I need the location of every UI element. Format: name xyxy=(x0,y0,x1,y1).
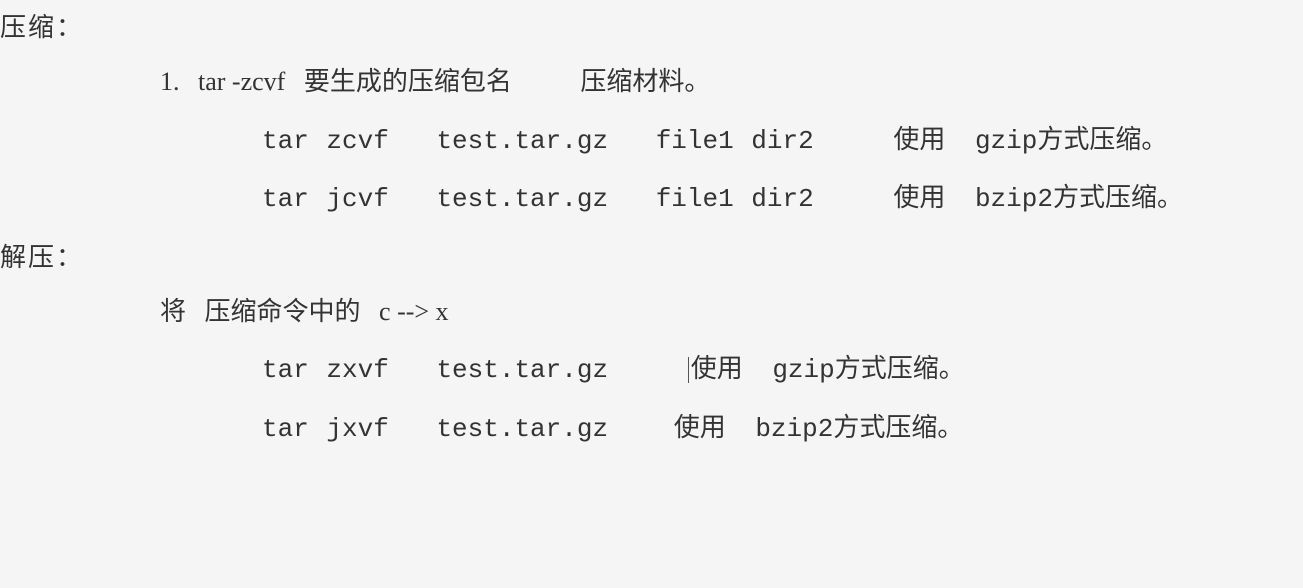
command-text: tar jxvf xyxy=(262,414,389,444)
note-prefix: 使用 xyxy=(893,126,945,156)
decompress-section-title: 解压： xyxy=(0,240,1303,276)
args-text: file1 dir2 xyxy=(656,126,814,156)
command-text: tar jcvf xyxy=(262,184,389,214)
args-text: file1 dir2 xyxy=(656,184,814,214)
decompress-sub-line: 将 压缩命令中的 c --> x xyxy=(160,294,1303,330)
compress-item-1: 1. tar -zcvf 要生成的压缩包名 压缩材料。 xyxy=(160,64,1303,100)
arg-desc-1: 要生成的压缩包名 xyxy=(304,67,512,96)
filename-text: test.tar.gz xyxy=(436,355,608,385)
command-text: tar zxvf xyxy=(262,355,389,385)
filename-text: test.tar.gz xyxy=(436,414,608,444)
filename-text: test.tar.gz xyxy=(436,126,608,156)
note-text: bzip2方式压缩。 xyxy=(975,184,1183,214)
command-text: tar zcvf xyxy=(262,126,389,156)
filename-text: test.tar.gz xyxy=(436,184,608,214)
sub-prefix: 将 xyxy=(160,297,186,326)
text-cursor-icon xyxy=(688,357,689,383)
arrow-text: c --> x xyxy=(379,297,449,326)
arg-desc-2: 压缩材料。 xyxy=(580,67,710,96)
compress-section-title: 压缩： xyxy=(0,10,1303,46)
sub-text: 压缩命令中的 xyxy=(205,297,361,326)
list-number: 1. xyxy=(160,67,180,96)
decompress-example-1: tar zxvf test.tar.gz 使用 gzip方式压缩。 xyxy=(262,352,1303,388)
note-text: bzip2方式压缩。 xyxy=(755,414,963,444)
decompress-example-2: tar jxvf test.tar.gz 使用 bzip2方式压缩。 xyxy=(262,411,1303,447)
note-text: gzip方式压缩。 xyxy=(772,355,964,385)
note-prefix: 使用 xyxy=(893,184,945,214)
note-prefix: 使用 xyxy=(691,355,743,385)
note-prefix: 使用 xyxy=(674,414,726,444)
note-text: gzip方式压缩。 xyxy=(975,126,1167,156)
compress-example-1: tar zcvf test.tar.gz file1 dir2 使用 gzip方… xyxy=(262,123,1303,159)
command-text: tar -zcvf xyxy=(198,67,285,96)
compress-example-2: tar jcvf test.tar.gz file1 dir2 使用 bzip2… xyxy=(262,181,1303,217)
